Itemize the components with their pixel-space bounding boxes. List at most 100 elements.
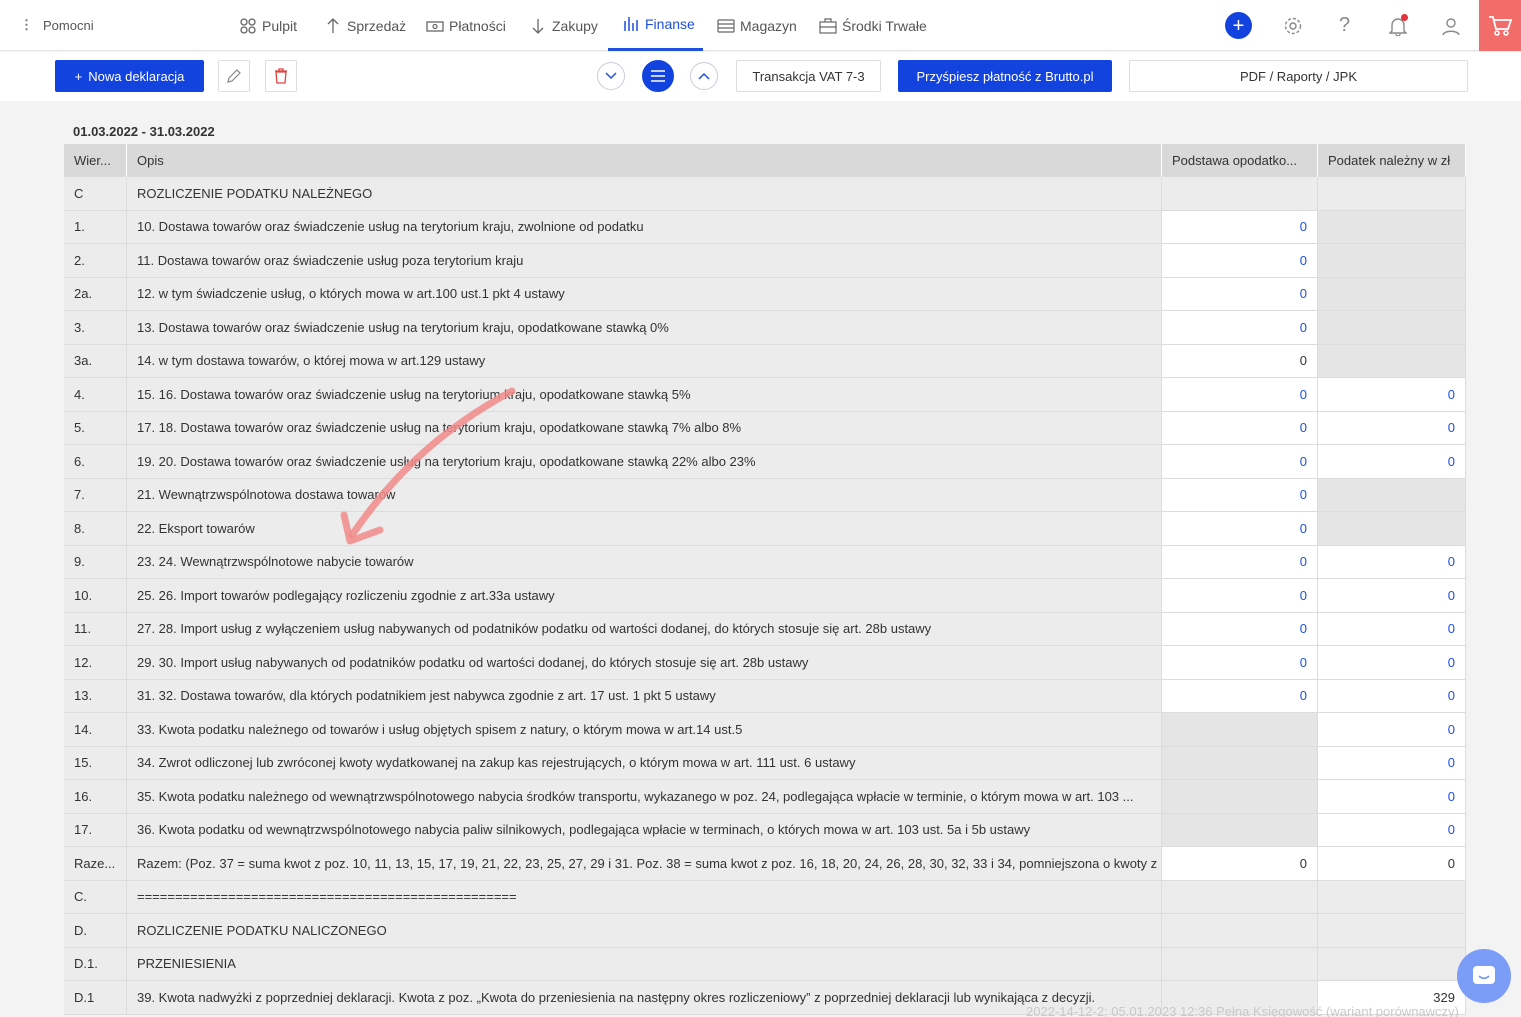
nav-finanse[interactable]: Finanse [608, 0, 703, 51]
table-row[interactable]: D. ROZLICZENIE PODATKU NALICZONEGO [64, 914, 1466, 948]
table-row[interactable]: 16. 35. Kwota podatku należnego od wewnąt… [64, 780, 1466, 814]
add-icon[interactable]: + [1225, 12, 1252, 39]
table-row[interactable]: 2. 11. Dostawa towarów oraz świadczenie u… [64, 244, 1466, 278]
table-row[interactable]: 15. 34. Zwrot odliczonej lub zwróconej kw… [64, 746, 1466, 780]
row-tax-due[interactable]: 0 [1318, 679, 1466, 713]
row-tax-due[interactable]: 0 [1318, 646, 1466, 680]
row-number: 9. [64, 545, 127, 579]
row-description: 33. Kwota podatku należnego od towarów i… [127, 713, 1162, 747]
row-tax-base[interactable]: 0 [1162, 244, 1318, 278]
row-tax-base[interactable]: 0 [1162, 512, 1318, 546]
table-row[interactable]: Raze... Razem: (Poz. 37 = suma kwot z poz… [64, 847, 1466, 881]
table-row[interactable]: 2a. 12. w tym świadczenie usług, o któryc… [64, 277, 1466, 311]
row-description: 27. 28. Import usług z wyłączeniem usług… [127, 612, 1162, 646]
table-row[interactable]: 1. 10. Dostawa towarów oraz świadczenie u… [64, 210, 1466, 244]
row-number: C. [64, 880, 127, 914]
col-header-opis[interactable]: Opis [127, 144, 1162, 177]
row-tax-base[interactable]: 0 [1162, 411, 1318, 445]
row-description: ROZLICZENIE PODATKU NALICZONEGO [127, 914, 1162, 948]
row-tax-base[interactable]: 0 [1162, 311, 1318, 345]
gear-icon[interactable] [1279, 12, 1306, 39]
table-row[interactable]: 9. 23. 24. Wewnątrzwspólnotowe nabycie to… [64, 545, 1466, 579]
table-row[interactable]: 4. 15. 16. Dostawa towarów oraz świadczen… [64, 378, 1466, 412]
row-description: 31. 32. Dostawa towarów, dla których pod… [127, 679, 1162, 713]
row-tax-due [1318, 478, 1466, 512]
row-tax-base[interactable]: 0 [1162, 579, 1318, 613]
vat-transaction-button[interactable]: Transakcja VAT 7-3 [736, 60, 881, 92]
table-row[interactable]: 6. 19. 20. Dostawa towarów oraz świadczen… [64, 445, 1466, 479]
row-tax-due [1318, 244, 1466, 278]
nav-platnosci[interactable]: Płatności [426, 0, 506, 51]
row-tax-base [1162, 914, 1318, 948]
scroll-up-button[interactable] [690, 62, 718, 90]
row-description: 11. Dostawa towarów oraz świadczenie usł… [127, 244, 1162, 278]
col-header-podatek[interactable]: Podatek należny w zł [1318, 144, 1466, 177]
table-row[interactable]: 14. 33. Kwota podatku należnego od towaró… [64, 713, 1466, 747]
user-icon[interactable] [1437, 12, 1464, 39]
helpers-menu[interactable]: ⋮ Pomocni [20, 17, 94, 33]
row-tax-due[interactable]: 0 [1318, 813, 1466, 847]
nav-pulpit-label: Pulpit [262, 17, 298, 34]
table-row[interactable]: 7. 21. Wewnątrzwspólnotowa dostawa towaró… [64, 478, 1466, 512]
row-tax-due[interactable]: 0 [1318, 411, 1466, 445]
brutto-button[interactable]: Przyśpiesz płatność z Brutto.pl [898, 60, 1112, 92]
row-tax-base[interactable]: 0 [1162, 478, 1318, 512]
nav-zakupy-label: Zakupy [552, 17, 598, 34]
chat-button[interactable] [1457, 949, 1511, 1003]
row-tax-due[interactable]: 0 [1318, 545, 1466, 579]
trash-icon [275, 68, 287, 84]
nav-sprzedaz[interactable]: Sprzedaż [324, 0, 406, 51]
table-row[interactable]: 3a. 14. w tym dostawa towarów, o której m… [64, 344, 1466, 378]
row-tax-base[interactable]: 0 [1162, 646, 1318, 680]
edit-button[interactable] [218, 60, 250, 92]
row-tax-due[interactable]: 0 [1318, 780, 1466, 814]
row-tax-base [1162, 880, 1318, 914]
row-tax-base[interactable]: 0 [1162, 545, 1318, 579]
row-tax-base[interactable]: 0 [1162, 344, 1318, 378]
row-tax-due[interactable]: 0 [1318, 713, 1466, 747]
table-row[interactable]: 3. 13. Dostawa towarów oraz świadczenie u… [64, 311, 1466, 345]
row-tax-base[interactable]: 0 [1162, 445, 1318, 479]
row-tax-base[interactable]: 0 [1162, 679, 1318, 713]
col-header-podstawa[interactable]: Podstawa opodatko... [1162, 144, 1318, 177]
col-header-wiersz[interactable]: Wier... [64, 144, 127, 177]
nav-magazyn[interactable]: Magazyn [717, 0, 797, 51]
table-row[interactable]: C ROZLICZENIE PODATKU NALEŻNEGO [64, 177, 1466, 211]
new-declaration-button[interactable]: + Nowa deklaracja [55, 60, 204, 92]
row-tax-due[interactable]: 0 [1318, 847, 1466, 881]
table-row[interactable]: D.1. PRZENIESIENIA [64, 947, 1466, 981]
row-tax-base[interactable]: 0 [1162, 612, 1318, 646]
table-row[interactable]: 13. 31. 32. Dostawa towarów, dla których … [64, 679, 1466, 713]
row-tax-due[interactable]: 0 [1318, 445, 1466, 479]
table-row[interactable]: 8. 22. Eksport towarów 0 [64, 512, 1466, 546]
pdf-reports-button[interactable]: PDF / Raporty / JPK [1129, 60, 1468, 92]
row-tax-due[interactable]: 0 [1318, 746, 1466, 780]
cart-button[interactable] [1479, 0, 1521, 51]
row-tax-due[interactable]: 0 [1318, 612, 1466, 646]
cart-icon [1489, 15, 1512, 36]
table-row[interactable]: C. ======================================… [64, 880, 1466, 914]
table-body: C ROZLICZENIE PODATKU NALEŻNEGO 1. 10. Dost… [64, 177, 1466, 1015]
row-tax-base[interactable]: 0 [1162, 210, 1318, 244]
table-row[interactable]: 5. 17. 18. Dostawa towarów oraz świadczen… [64, 411, 1466, 445]
delete-button[interactable] [265, 60, 297, 92]
nav-pulpit[interactable]: Pulpit [239, 0, 297, 51]
bar-chart-icon [624, 17, 638, 31]
menu-button[interactable] [642, 60, 674, 92]
row-tax-due[interactable]: 0 [1318, 378, 1466, 412]
nav-srodki-trwale-label: Środki Trwałe [842, 17, 927, 34]
scroll-down-button[interactable] [597, 62, 625, 90]
row-description: 21. Wewnątrzwspólnotowa dostawa towarów [127, 478, 1162, 512]
row-tax-base[interactable]: 0 [1162, 277, 1318, 311]
row-tax-base[interactable]: 0 [1162, 378, 1318, 412]
help-icon[interactable]: ? [1331, 12, 1358, 39]
table-row[interactable]: 17. 36. Kwota podatku od wewnątrzwspólnot… [64, 813, 1466, 847]
row-tax-due[interactable]: 0 [1318, 579, 1466, 613]
nav-srodki-trwale[interactable]: Środki Trwałe [819, 0, 927, 51]
nav-zakupy[interactable]: Zakupy [529, 0, 598, 51]
bell-icon[interactable] [1384, 12, 1411, 39]
table-row[interactable]: 12. 29. 30. Import usług nabywanych od po… [64, 646, 1466, 680]
table-row[interactable]: 10. 25. 26. Import towarów podlegający ro… [64, 579, 1466, 613]
row-tax-base[interactable]: 0 [1162, 847, 1318, 881]
table-row[interactable]: 11. 27. 28. Import usług z wyłączeniem us… [64, 612, 1466, 646]
